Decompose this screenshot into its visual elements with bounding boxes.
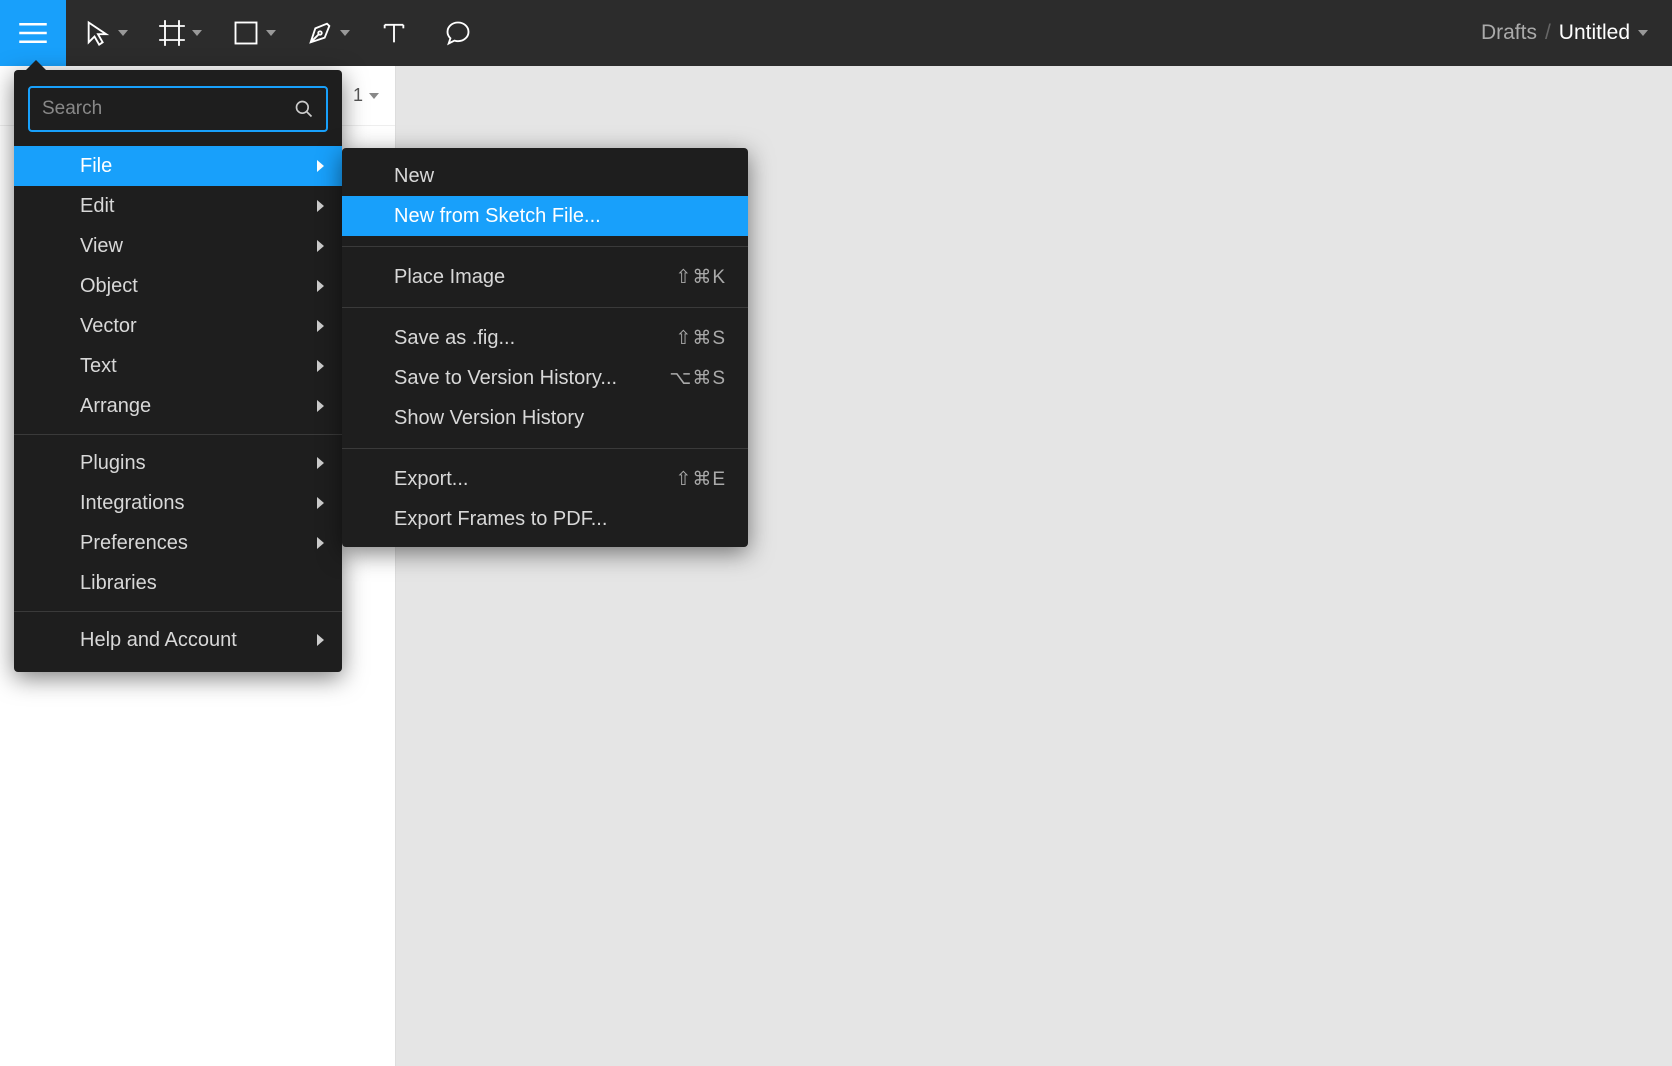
submenu-item-save-fig[interactable]: Save as .fig... ⇧⌘S	[342, 318, 748, 358]
submenu-separator	[342, 307, 748, 308]
menu-item-label: Preferences	[80, 532, 188, 555]
menu-item-edit[interactable]: Edit	[14, 186, 342, 226]
submenu-item-label: New from Sketch File...	[394, 205, 601, 228]
frame-icon	[158, 19, 186, 47]
arrow-right-icon	[317, 200, 324, 212]
menu-item-arrange[interactable]: Arrange	[14, 386, 342, 426]
menu-item-label: Help and Account	[80, 629, 237, 652]
menu-item-preferences[interactable]: Preferences	[14, 523, 342, 563]
menu-search-input[interactable]	[42, 98, 294, 120]
search-icon	[294, 99, 314, 119]
shape-tool[interactable]	[214, 0, 288, 66]
submenu-shortcut: ⇧⌘S	[675, 327, 726, 350]
arrow-right-icon	[317, 400, 324, 412]
menu-separator	[14, 611, 342, 612]
submenu-item-label: New	[394, 165, 434, 188]
menu-item-help[interactable]: Help and Account	[14, 620, 342, 660]
chevron-down-icon	[369, 93, 379, 99]
submenu-item-new[interactable]: New	[342, 156, 748, 196]
menu-item-text[interactable]: Text	[14, 346, 342, 386]
submenu-item-save-version[interactable]: Save to Version History... ⌥⌘S	[342, 358, 748, 398]
chevron-down-icon	[340, 30, 350, 36]
cursor-icon	[84, 19, 112, 47]
submenu-item-label: Show Version History	[394, 407, 584, 430]
frame-tool[interactable]	[140, 0, 214, 66]
arrow-right-icon	[317, 160, 324, 172]
submenu-separator	[342, 448, 748, 449]
arrow-right-icon	[317, 497, 324, 509]
menu-item-label: Libraries	[80, 572, 157, 595]
submenu-item-label: Save as .fig...	[394, 327, 515, 350]
submenu-item-new-from-sketch[interactable]: New from Sketch File...	[342, 196, 748, 236]
menu-item-label: Arrange	[80, 395, 151, 418]
hamburger-icon	[18, 21, 48, 45]
menu-item-vector[interactable]: Vector	[14, 306, 342, 346]
arrow-right-icon	[317, 537, 324, 549]
submenu-item-export-pdf[interactable]: Export Frames to PDF...	[342, 499, 748, 539]
comment-tool[interactable]	[426, 0, 490, 66]
menu-item-object[interactable]: Object	[14, 266, 342, 306]
submenu-item-export[interactable]: Export... ⇧⌘E	[342, 459, 748, 499]
menu-separator	[14, 434, 342, 435]
menu-item-plugins[interactable]: Plugins	[14, 443, 342, 483]
breadcrumb-parent[interactable]: Drafts	[1481, 21, 1537, 45]
file-submenu: New New from Sketch File... Place Image …	[342, 148, 748, 547]
pen-icon	[306, 19, 334, 47]
submenu-shortcut: ⌥⌘S	[669, 367, 726, 390]
menu-item-view[interactable]: View	[14, 226, 342, 266]
breadcrumb: Drafts / Untitled	[1481, 21, 1672, 45]
breadcrumb-separator: /	[1545, 21, 1551, 45]
move-tool[interactable]	[66, 0, 140, 66]
tool-group	[66, 0, 490, 66]
menu-item-label: Integrations	[80, 492, 185, 515]
app-toolbar: Drafts / Untitled	[0, 0, 1672, 66]
chevron-down-icon	[118, 30, 128, 36]
arrow-right-icon	[317, 634, 324, 646]
arrow-right-icon	[317, 457, 324, 469]
arrow-right-icon	[317, 320, 324, 332]
document-name-dropdown[interactable]: Untitled	[1559, 21, 1648, 45]
submenu-item-label: Save to Version History...	[394, 367, 617, 390]
submenu-separator	[342, 246, 748, 247]
chevron-down-icon	[192, 30, 202, 36]
submenu-item-label: Place Image	[394, 266, 505, 289]
document-name: Untitled	[1559, 21, 1630, 45]
menu-item-label: File	[80, 155, 112, 178]
menu-item-label: Edit	[80, 195, 114, 218]
menu-item-label: View	[80, 235, 123, 258]
submenu-item-label: Export...	[394, 468, 468, 491]
submenu-item-place-image[interactable]: Place Image ⇧⌘K	[342, 257, 748, 297]
menu-item-label: Object	[80, 275, 138, 298]
menu-item-label: Vector	[80, 315, 137, 338]
comment-icon	[444, 19, 472, 47]
menu-item-label: Plugins	[80, 452, 146, 475]
submenu-item-show-version[interactable]: Show Version History	[342, 398, 748, 438]
arrow-right-icon	[317, 280, 324, 292]
submenu-item-label: Export Frames to PDF...	[394, 508, 607, 531]
menu-item-libraries[interactable]: Libraries	[14, 563, 342, 603]
chevron-down-icon	[1638, 30, 1648, 36]
arrow-right-icon	[317, 240, 324, 252]
menu-item-integrations[interactable]: Integrations	[14, 483, 342, 523]
main-menu-dropdown: File Edit View Object Vector Text Arrang…	[14, 70, 342, 672]
submenu-shortcut: ⇧⌘K	[675, 266, 726, 289]
rectangle-icon	[232, 19, 260, 47]
menu-search-field[interactable]	[28, 86, 328, 132]
main-menu-button[interactable]	[0, 0, 66, 66]
menu-item-label: Text	[80, 355, 117, 378]
submenu-shortcut: ⇧⌘E	[675, 468, 726, 491]
pen-tool[interactable]	[288, 0, 362, 66]
text-icon	[380, 19, 408, 47]
page-label-fragment: 1	[353, 85, 363, 106]
menu-item-file[interactable]: File	[14, 146, 342, 186]
text-tool[interactable]	[362, 0, 426, 66]
chevron-down-icon	[266, 30, 276, 36]
arrow-right-icon	[317, 360, 324, 372]
